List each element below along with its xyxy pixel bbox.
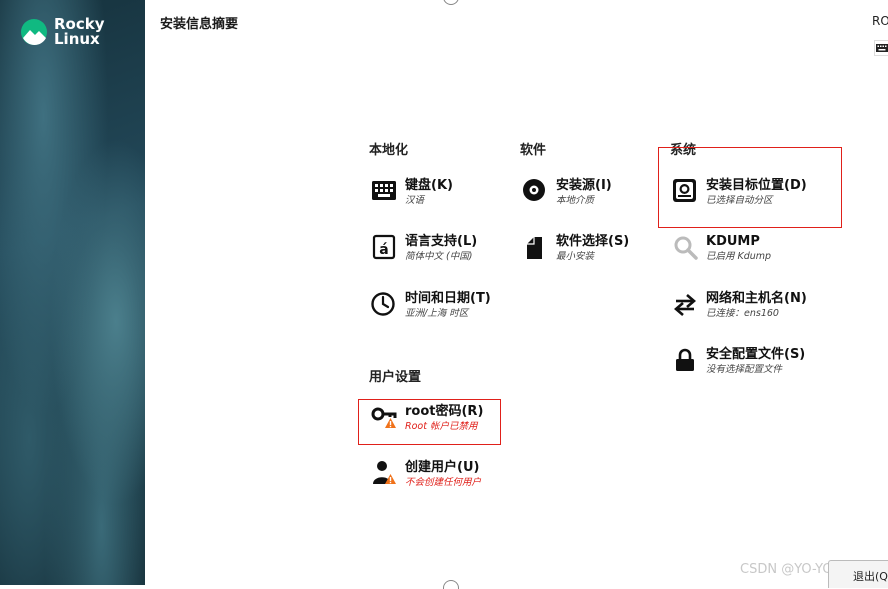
- logo-text: Rocky Linux: [54, 17, 105, 47]
- spoke-keyboard-status: 汉语: [405, 195, 425, 206]
- rocky-logo-icon: [21, 19, 47, 45]
- spoke-software-status: 最小安装: [556, 251, 595, 262]
- spoke-destination-status: 已选择自动分区: [706, 195, 773, 206]
- spoke-root-title: root密码(R): [405, 404, 484, 419]
- spoke-user-title: 创建用户(U): [405, 460, 480, 475]
- section-localization: 本地化: [369, 143, 409, 158]
- spoke-kdump[interactable]: KDUMP 已启用 Kdump: [672, 234, 771, 263]
- spoke-user-status: 不会创建任何用户: [405, 477, 482, 488]
- key-warning-icon: [371, 404, 399, 432]
- spoke-root-status: Root 帐户已禁用: [405, 421, 478, 432]
- spoke-kdump-status: 已启用 Kdump: [706, 251, 772, 262]
- spoke-datetime-title: 时间和日期(T): [405, 291, 491, 306]
- page-title: 安装信息摘要: [160, 17, 239, 32]
- magnifier-icon: [672, 234, 700, 262]
- spoke-root-password[interactable]: root密码(R) Root 帐户已禁用: [371, 404, 483, 433]
- harddisk-icon: [672, 178, 700, 206]
- keyboard-layout-indicator[interactable]: [874, 40, 888, 56]
- spoke-source-title: 安装源(I): [556, 178, 612, 193]
- user-warning-icon: [371, 460, 399, 488]
- quit-button[interactable]: 退出(Q: [828, 560, 888, 588]
- spoke-source-status: 本地介质: [556, 195, 595, 206]
- spoke-software-selection[interactable]: 软件选择(S) 最小安装: [522, 234, 629, 263]
- package-icon: [522, 234, 550, 262]
- spoke-software-title: 软件选择(S): [556, 234, 630, 249]
- keyboard-mini-icon: [876, 44, 888, 52]
- network-arrows-icon: [672, 291, 700, 319]
- spoke-datetime-status: 亚洲/上海 时区: [405, 308, 469, 319]
- svg-text:á: á: [379, 242, 388, 258]
- spoke-datetime[interactable]: 时间和日期(T) 亚洲/上海 时区: [371, 291, 491, 320]
- spoke-security-status: 没有选择配置文件: [706, 364, 783, 375]
- spoke-security-title: 安全配置文件(S): [706, 347, 806, 362]
- clock-icon: [371, 291, 399, 319]
- spoke-kdump-title: KDUMP: [706, 234, 760, 249]
- keyboard-icon: [371, 178, 399, 206]
- spoke-install-source[interactable]: 安装源(I) 本地介质: [522, 178, 612, 207]
- lock-icon: [672, 347, 700, 375]
- sidebar: Rocky Linux: [0, 0, 145, 585]
- spoke-keyboard-title: 键盘(K): [405, 178, 453, 193]
- spoke-create-user[interactable]: 创建用户(U) 不会创建任何用户: [371, 460, 481, 489]
- logo-line-2: Linux: [54, 30, 100, 48]
- spoke-destination-title: 安装目标位置(D): [706, 178, 807, 193]
- top-right-label: RO: [872, 14, 888, 28]
- section-user-settings: 用户设置: [369, 370, 422, 385]
- language-icon: á: [371, 234, 399, 262]
- spoke-network-title: 网络和主机名(N): [706, 291, 807, 306]
- spoke-keyboard[interactable]: 键盘(K) 汉语: [371, 178, 453, 207]
- spoke-install-destination[interactable]: 安装目标位置(D) 已选择自动分区: [672, 178, 807, 207]
- spoke-language[interactable]: á 语言支持(L) 简体中文 (中国): [371, 234, 477, 263]
- rocky-logo: Rocky Linux: [20, 17, 105, 47]
- spoke-network[interactable]: 网络和主机名(N) 已连接：ens160: [672, 291, 807, 320]
- section-software: 软件: [520, 143, 547, 158]
- disc-icon: [522, 178, 550, 206]
- spoke-security-profile[interactable]: 安全配置文件(S) 没有选择配置文件: [672, 347, 805, 376]
- top-notch: [443, 0, 459, 5]
- spoke-network-status: 已连接：ens160: [706, 308, 779, 319]
- spoke-language-title: 语言支持(L): [405, 234, 478, 249]
- spoke-language-status: 简体中文 (中国): [405, 251, 473, 262]
